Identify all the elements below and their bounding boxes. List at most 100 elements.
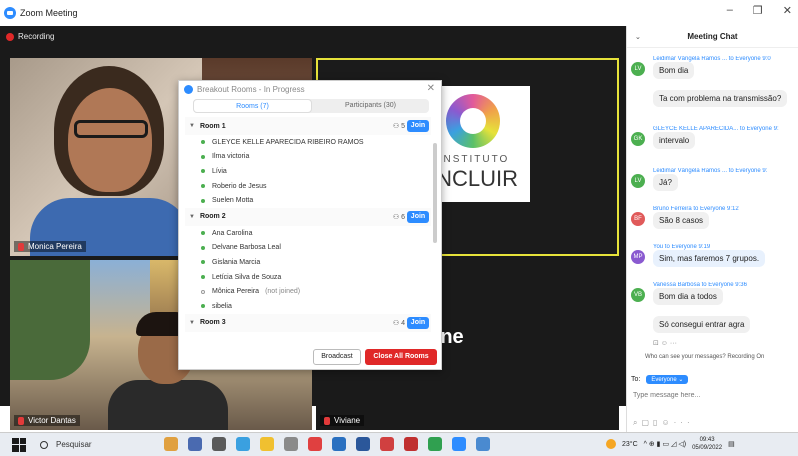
app-icon-14[interactable]: [476, 437, 490, 451]
edge-icon[interactable]: [236, 437, 250, 451]
room-header[interactable]: ▼ Room 3 ⚇ 4 Join: [185, 313, 431, 332]
close-window-button[interactable]: ✕: [783, 4, 792, 17]
member-name: GLEYCE KELLE APARECIDA RIBEIRO RAMOS: [212, 138, 364, 146]
room-member: Lívia: [185, 164, 431, 179]
maximize-button[interactable]: ❐: [753, 4, 763, 17]
join-room-button[interactable]: Join: [407, 210, 429, 223]
room-member: Adriana Bromonschenkel Lima: [185, 332, 431, 335]
member-status-dot: [201, 198, 205, 203]
recipient-select[interactable]: Everyone ⌄: [646, 375, 689, 384]
participant-face: [68, 88, 152, 192]
spiral-logo-icon: [446, 94, 500, 148]
who-can-see-link[interactable]: Who can see your messages? Recording On: [645, 354, 764, 360]
zoom-app-icon: [4, 7, 16, 19]
room-name: Room 1: [199, 122, 226, 130]
app-icon-6[interactable]: [284, 437, 298, 451]
emoji-icon[interactable]: ☺: [661, 418, 673, 427]
join-room-button[interactable]: Join: [407, 120, 429, 132]
message-reactions[interactable]: ⊡ ☺ ···: [653, 339, 677, 347]
recording-dot-icon: [6, 32, 14, 41]
room-count-value: 6: [401, 213, 405, 221]
member-status-dot: [201, 231, 205, 236]
muted-mic-icon: [18, 242, 24, 251]
member-status-dot: [201, 260, 205, 265]
member-name: Ana Carolina: [212, 229, 253, 237]
member-status-dot: [201, 275, 205, 280]
participant-name-tag: Viviane: [320, 415, 365, 426]
member-status-dot: [201, 289, 205, 294]
muted-mic-icon: [18, 416, 24, 425]
participant-name-tag: Victor Dantas: [14, 415, 80, 426]
app-icon-1[interactable]: [164, 437, 178, 451]
dialog-header: Breakout Rooms - In Progress ✕: [179, 81, 441, 97]
close-all-rooms-button[interactable]: Close All Rooms: [365, 349, 437, 365]
caret-down-icon[interactable]: ▼: [189, 123, 195, 129]
message-text: Bom dia a todos: [653, 288, 723, 305]
room-member: GLEYCE KELLE APARECIDA RIBEIRO RAMOS: [185, 135, 431, 150]
member-name: Roberio de Jesus: [212, 182, 267, 190]
app-icon-10[interactable]: [380, 437, 394, 451]
chat-header: ⌄ Meeting Chat: [627, 26, 798, 48]
message-text: São 8 casos: [653, 212, 710, 229]
notification-icon[interactable]: ▤: [728, 440, 735, 448]
member-name: Gislania Marcia: [212, 258, 261, 266]
member-status-dot: [201, 154, 205, 159]
task-view-icon[interactable]: [212, 437, 226, 451]
participant-body: [108, 380, 228, 430]
taskbar-apps: [164, 437, 490, 451]
message-text: Já?: [653, 174, 678, 191]
windows-start-icon[interactable]: [12, 437, 26, 452]
participant-name: Victor Dantas: [28, 416, 76, 425]
word-icon[interactable]: [356, 437, 370, 451]
zoom-taskbar-icon[interactable]: [452, 437, 466, 451]
chat-title: Meeting Chat: [687, 32, 738, 41]
broadcast-button[interactable]: Broadcast: [313, 349, 361, 365]
recipient-value: Everyone: [651, 377, 677, 383]
member-name: Delvane Barbosa Leal: [212, 244, 281, 252]
room-member: Ilma victoria: [185, 150, 431, 165]
message-text: Bom dia: [653, 62, 695, 79]
rooms-scrollbar[interactable]: [433, 143, 437, 243]
room-header[interactable]: ▼ Room 1 ⚇ 5 Join: [185, 117, 431, 135]
tab-rooms[interactable]: Rooms (7): [193, 99, 312, 113]
room-member: Gislania Marcia: [185, 255, 431, 270]
chevron-down-icon[interactable]: ⌄: [635, 33, 641, 41]
caret-down-icon[interactable]: ▼: [189, 320, 195, 326]
meeting-chat-panel: ⌄ Meeting Chat Leidimar Vângela Ramos ..…: [626, 26, 798, 432]
chat-message: GLEYCE KELLE APARECIDA... to Everyone 9:…: [631, 126, 798, 149]
app-icon-8[interactable]: [332, 437, 346, 451]
avatar: VB: [631, 288, 645, 302]
minimize-button[interactable]: –: [727, 4, 733, 17]
member-status-dot: [201, 140, 205, 145]
app-icon-12[interactable]: [428, 437, 442, 451]
room-header[interactable]: ▼ Room 2 ⚇ 6 Join: [185, 207, 431, 226]
clock[interactable]: 09:43 05/09/2022: [692, 436, 722, 452]
message-text: Só consegui entrar agra: [653, 316, 751, 333]
breakout-tabs: Rooms (7) Participants (30): [193, 99, 429, 113]
more-icon[interactable]: ···: [674, 418, 694, 427]
tab-participants[interactable]: Participants (30): [312, 99, 429, 113]
participant-name-tag: Monica Pereira: [14, 241, 86, 252]
weather-icon[interactable]: [606, 439, 616, 449]
chrome-icon[interactable]: [308, 437, 322, 451]
message-text: intervalo: [653, 132, 696, 149]
temperature[interactable]: 23°C: [622, 441, 638, 448]
member-name: Ilma victoria: [212, 153, 250, 161]
app-icon-2[interactable]: [188, 437, 202, 451]
app-icon-11[interactable]: [404, 437, 418, 451]
code-icon[interactable]: ▢: [641, 418, 653, 427]
recording-indicator[interactable]: Recording: [6, 32, 54, 41]
window-controls: – ❐ ✕: [727, 4, 792, 17]
member-name: Mônica Pereira: [212, 288, 260, 296]
avatar: MP: [631, 250, 645, 264]
member-name: sibelia: [212, 302, 232, 310]
join-room-button[interactable]: Join: [407, 316, 429, 329]
explorer-icon[interactable]: [260, 437, 274, 451]
close-dialog-icon[interactable]: ✕: [427, 83, 435, 94]
chat-message-input[interactable]: [633, 392, 793, 399]
caret-down-icon[interactable]: ▼: [189, 214, 195, 220]
taskbar-search[interactable]: Pesquisar: [40, 440, 92, 449]
tray-icons[interactable]: ^ ⊕ ▮ ▭ ◿ ◁): [644, 440, 686, 448]
member-status-dot: [201, 184, 205, 189]
chat-message: Leidimar Vângela Ramos ... to Everyone 9…: [631, 56, 798, 79]
